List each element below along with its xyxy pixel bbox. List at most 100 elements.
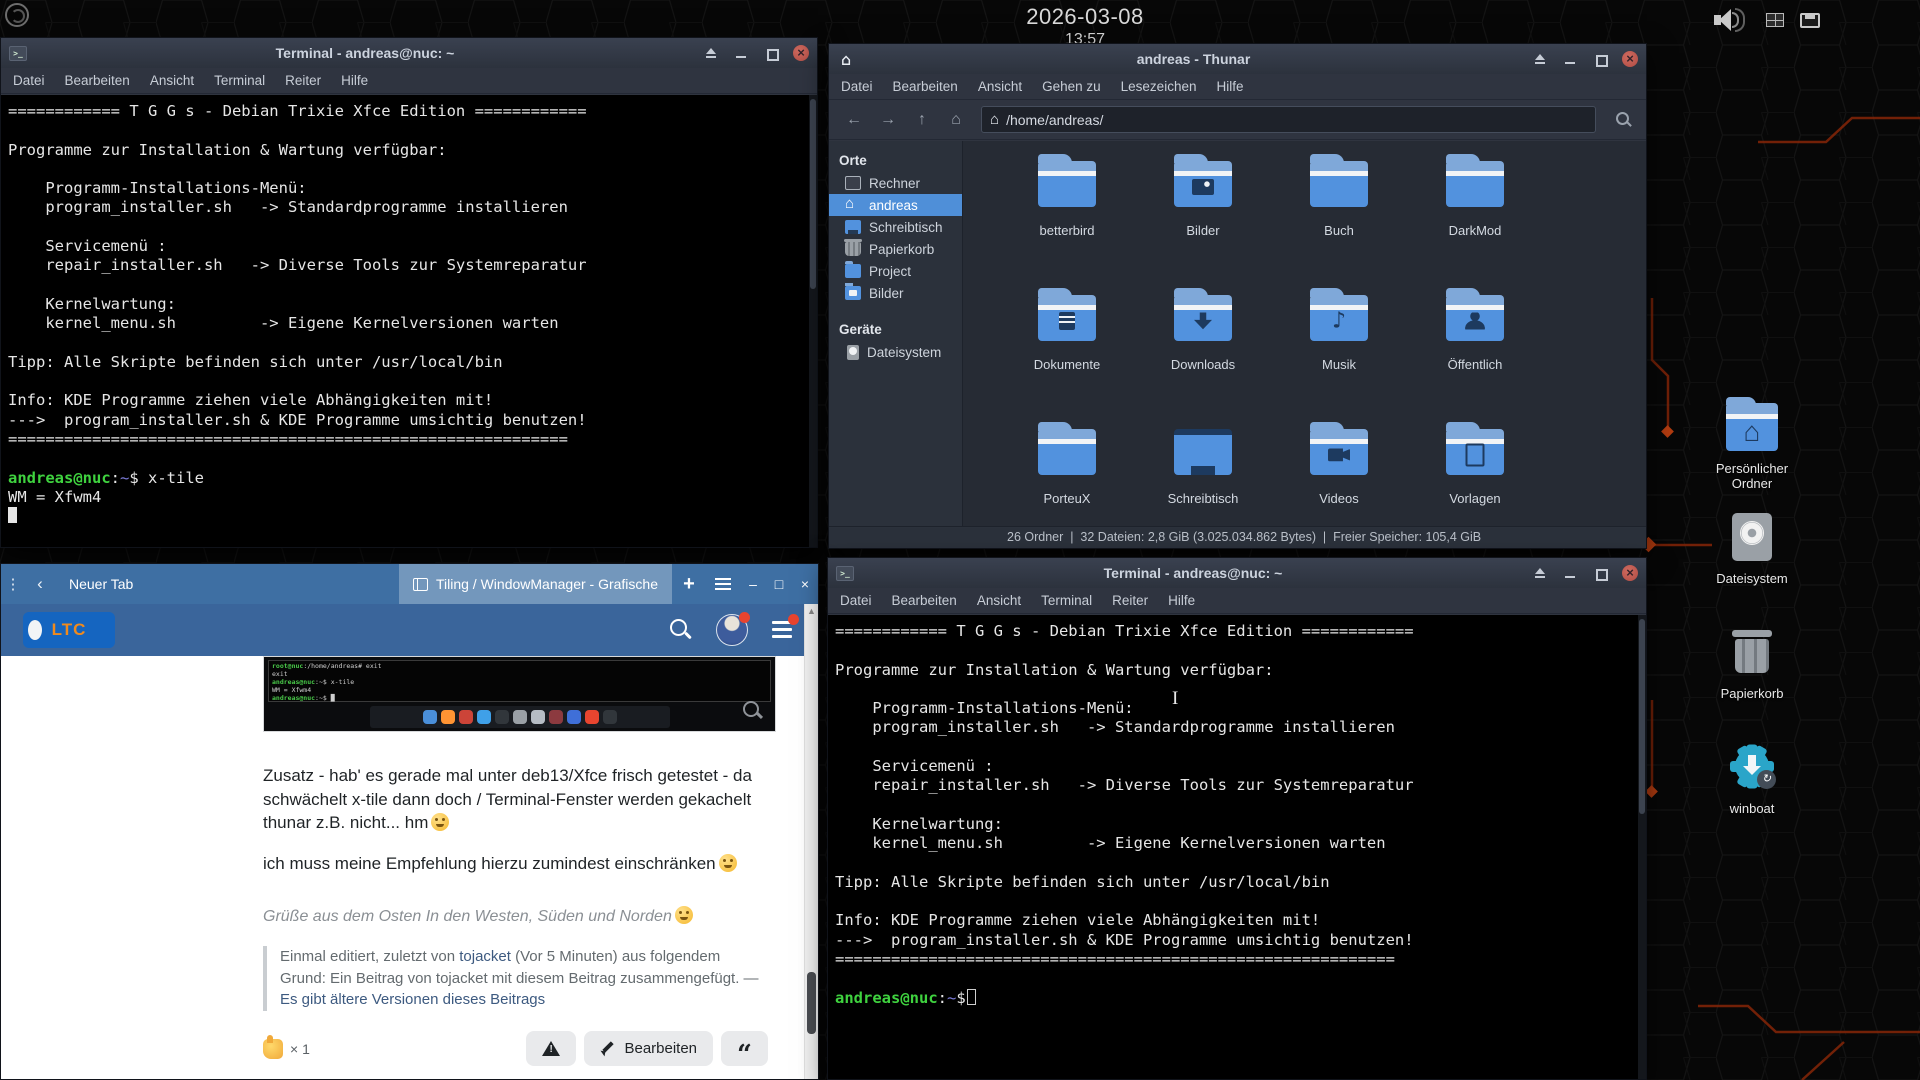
minimize-button[interactable] xyxy=(1562,565,1578,581)
search-icon[interactable] xyxy=(1610,107,1636,133)
terminal1-titlebar[interactable]: >_ Terminal - andreas@nuc: ~ xyxy=(1,38,817,68)
path-bar[interactable]: ⌂ /home/andreas/ xyxy=(981,106,1596,133)
post-screenshot-image[interactable]: root@nuc:/home/andreas# exitexitandreas@… xyxy=(263,656,776,732)
older-versions-link[interactable]: Es gibt ältere Versionen dieses Beitrags xyxy=(280,991,545,1008)
kebab-menu-icon[interactable]: ⋮ xyxy=(1,575,25,593)
terminal-line xyxy=(8,160,817,179)
shade-button[interactable] xyxy=(1532,565,1548,581)
minimize-button[interactable]: – xyxy=(740,576,766,592)
sidebar-item-icon xyxy=(845,286,861,300)
hamburger-menu-icon[interactable] xyxy=(770,617,796,643)
terminal-window-1: >_ Terminal - andreas@nuc: ~ Datei Bearbe… xyxy=(0,37,818,548)
flag-post-button[interactable] xyxy=(526,1031,576,1066)
menu-item[interactable]: Ansicht xyxy=(977,593,1021,608)
browser-scrollbar[interactable]: ▲ xyxy=(804,604,818,1079)
terminal2-output-area[interactable]: ============ T G G s - Debian Trixie Xfc… xyxy=(828,615,1646,1079)
terminal-cursor xyxy=(967,989,976,1005)
menu-item[interactable]: Datei xyxy=(13,73,45,88)
new-tab-button[interactable]: + xyxy=(672,573,706,596)
sidebar-item[interactable]: Rechner xyxy=(829,172,962,194)
back-button[interactable]: ← xyxy=(839,107,869,133)
desktop-icon-label: Papierkorb xyxy=(1694,686,1810,701)
desktop-icon-trash[interactable]: Papierkorb xyxy=(1694,628,1810,701)
sidebar-item[interactable]: Bilder xyxy=(829,282,962,304)
maximize-button[interactable] xyxy=(1592,51,1608,67)
shade-button[interactable] xyxy=(703,45,719,61)
menu-item[interactable]: Reiter xyxy=(285,73,321,88)
menu-item[interactable]: Terminal xyxy=(214,73,265,88)
menu-item[interactable]: Gehen zu xyxy=(1042,79,1101,94)
sidebar-item[interactable]: Papierkorb xyxy=(829,238,962,260)
menu-item[interactable]: Bearbeiten xyxy=(892,593,957,608)
menu-item[interactable]: Ansicht xyxy=(150,73,194,88)
chevron-left-icon[interactable]: ‹ xyxy=(25,574,55,594)
maximize-button[interactable] xyxy=(1592,565,1608,581)
folder-item[interactable]: Bilder xyxy=(1135,153,1271,287)
browser-tabbar[interactable]: ⋮ ‹ Neuer Tab Tiling / WindowManager - G… xyxy=(1,564,818,604)
tab-neuer-tab[interactable]: Neuer Tab xyxy=(55,564,147,604)
thunar-file-area[interactable]: betterbird Bilder Buch DarkMod xyxy=(963,141,1646,526)
menu-item[interactable]: Datei xyxy=(840,593,872,608)
terminal1-scrollbar[interactable] xyxy=(809,95,817,547)
folder-item[interactable]: Downloads xyxy=(1135,287,1271,421)
folder-item[interactable]: betterbird xyxy=(999,153,1135,287)
close-button[interactable] xyxy=(1622,51,1638,67)
folder-item[interactable]: DarkMod xyxy=(1407,153,1543,287)
menu-item[interactable]: Datei xyxy=(841,79,873,94)
edit-post-button[interactable]: Bearbeiten xyxy=(584,1031,713,1066)
network-icon[interactable] xyxy=(1800,13,1820,28)
sidebar-item[interactable]: andreas xyxy=(829,194,962,216)
desktop-icon-home[interactable]: Persönlicher Ordner xyxy=(1694,403,1810,491)
shade-button[interactable] xyxy=(1532,51,1548,67)
workspace-grid-icon[interactable] xyxy=(1766,13,1784,27)
menu-item[interactable]: Hilfe xyxy=(1216,79,1243,94)
quote-post-button[interactable]: “ xyxy=(721,1031,768,1066)
menu-item[interactable]: Terminal xyxy=(1041,593,1092,608)
typed-command: x-tile xyxy=(148,469,204,487)
close-button[interactable] xyxy=(1622,565,1638,581)
sidebar-item[interactable]: Dateisystem xyxy=(829,341,962,363)
minimize-button[interactable] xyxy=(1562,51,1578,67)
up-button[interactable]: ↑ xyxy=(907,107,937,133)
folder-item[interactable]: Musik xyxy=(1271,287,1407,421)
user-avatar[interactable] xyxy=(716,614,748,646)
forward-button[interactable]: → xyxy=(873,107,903,133)
tab-list-button[interactable] xyxy=(706,564,740,604)
menu-item[interactable]: Reiter xyxy=(1112,593,1148,608)
maximize-button[interactable] xyxy=(763,45,779,61)
maximize-button[interactable]: □ xyxy=(766,576,792,592)
folder-item[interactable]: Buch xyxy=(1271,153,1407,287)
scroll-up-arrow[interactable]: ▲ xyxy=(805,606,818,616)
menu-item[interactable]: Bearbeiten xyxy=(893,79,958,94)
terminal-line: Info: KDE Programme ziehen viele Abhängi… xyxy=(8,391,817,410)
menu-item[interactable]: Bearbeiten xyxy=(65,73,130,88)
minimize-button[interactable] xyxy=(733,45,749,61)
forum-page: root@nuc:/home/andreas# exitexitandreas@… xyxy=(1,656,818,1079)
menu-item[interactable]: Hilfe xyxy=(1168,593,1195,608)
desktop-corner-logo[interactable] xyxy=(5,3,29,27)
folder-item[interactable]: Öffentlich xyxy=(1407,287,1543,421)
search-icon[interactable] xyxy=(668,617,694,643)
terminal1-output-area[interactable]: ============ T G G s - Debian Trixie Xfc… xyxy=(1,95,817,547)
site-logo[interactable]: LTC xyxy=(23,612,115,648)
edit-author-link[interactable]: tojacket xyxy=(459,948,511,965)
close-button[interactable] xyxy=(793,45,809,61)
sidebar-item[interactable]: Schreibtisch xyxy=(829,216,962,238)
desktop-icon-filesystem[interactable]: Dateisystem xyxy=(1694,513,1810,586)
zoom-image-icon[interactable] xyxy=(741,699,763,721)
terminal2-titlebar[interactable]: >_ Terminal - andreas@nuc: ~ xyxy=(828,558,1646,588)
menu-item[interactable]: Lesezeichen xyxy=(1121,79,1197,94)
scrollbar-thumb[interactable] xyxy=(807,972,816,1034)
desktop-icon-winboat[interactable]: ↻ winboat xyxy=(1694,741,1810,816)
folder-item[interactable]: Dokumente xyxy=(999,287,1135,421)
tab-tiling-windowmanager[interactable]: Tiling / WindowManager - Grafische xyxy=(399,564,672,604)
menu-item[interactable]: Hilfe xyxy=(341,73,368,88)
thumbsup-reaction-icon[interactable] xyxy=(263,1039,283,1059)
thunar-titlebar[interactable]: ⌂ andreas - Thunar xyxy=(829,44,1646,74)
close-button[interactable]: × xyxy=(792,576,818,592)
terminal2-scrollbar[interactable] xyxy=(1638,615,1646,1079)
home-button[interactable]: ⌂ xyxy=(941,107,971,133)
sidebar-item[interactable]: Project xyxy=(829,260,962,282)
menu-item[interactable]: Ansicht xyxy=(978,79,1022,94)
volume-icon[interactable] xyxy=(1712,4,1750,36)
